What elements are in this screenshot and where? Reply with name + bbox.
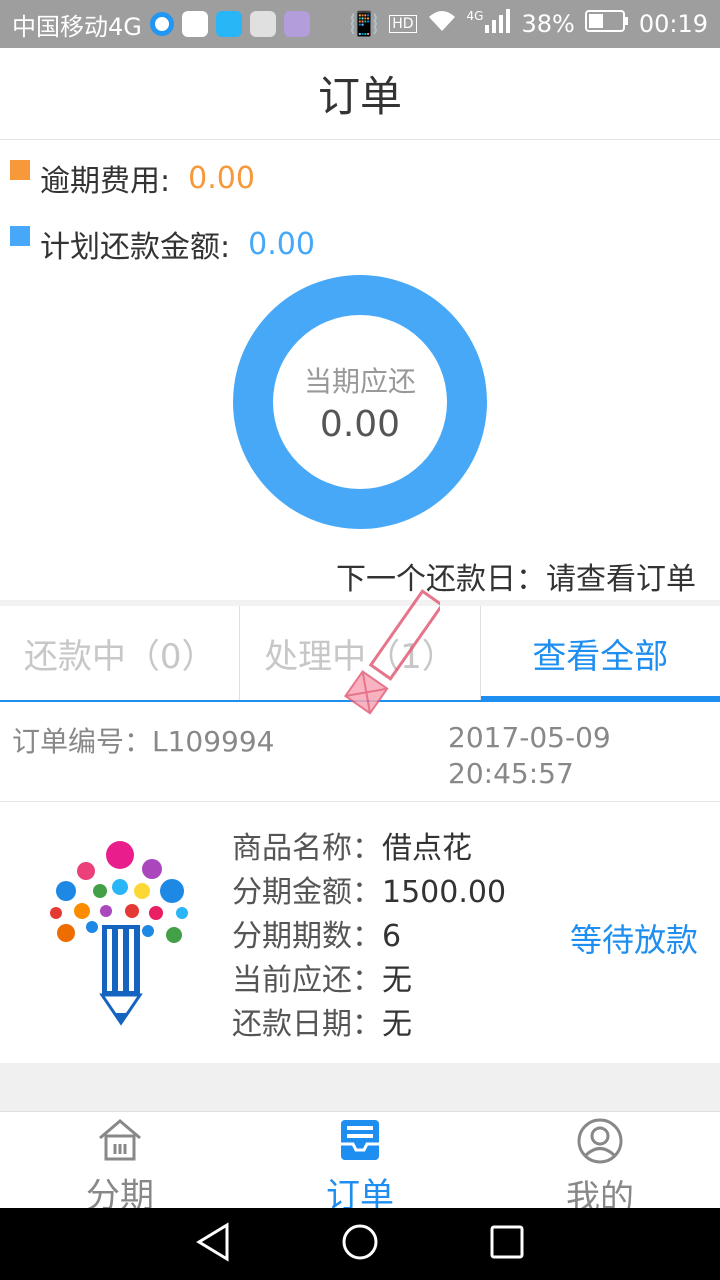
nav-orders[interactable]: 订单 [240,1112,480,1216]
detail-value: 无 [382,963,412,998]
back-icon[interactable] [195,1222,231,1266]
detail-row-due-date: 还款日期：无 [232,1003,506,1047]
app-notification-icon [149,12,174,36]
nav-profile[interactable]: 我的 [480,1112,720,1218]
tab-label: 查看全部 [532,636,669,677]
overdue-value: 0.00 [188,160,255,196]
detail-label: 分期期数： [232,919,382,954]
tab-label: 处理中（1） [264,636,456,677]
planned-color-swatch [10,226,30,246]
signal-icon [485,9,511,39]
page-title: 订单 [317,72,402,121]
detail-row-product: 商品名称： 借点花 [232,827,506,871]
order-status-badge: 等待放款 [569,921,698,959]
overdue-label: 逾期费用: [40,164,171,199]
product-logo-icon [48,841,193,1026]
title-bar: 订单 [0,48,720,140]
clock-text: 00:19 [638,10,708,38]
system-nav-bar [0,1208,720,1280]
detail-value: 1500.00 [382,875,507,910]
order-datetime: 2017-05-09 20:45:57 [448,720,668,792]
order-number: 订单编号：L109994 [12,725,275,758]
tab-label: 还款中（0） [23,636,216,677]
gallery-icon [249,11,276,37]
inbox-icon [337,1118,383,1166]
wifi-icon [427,9,457,39]
recents-icon[interactable] [489,1224,525,1264]
order-date: 2017-05-09 [448,721,611,754]
status-bar: 中国移动4G 📳 HD 4G 38% 00:19 [0,0,720,48]
vibrate-icon: 📳 [349,10,380,38]
battery-text: 38% [521,10,575,38]
fuli-app-icon [215,11,242,37]
tab-processing[interactable]: 处理中（1） [239,606,479,700]
battery-icon [584,10,629,38]
overdue-color-swatch [10,160,30,180]
order-tabs: 还款中（0） 处理中（1） 查看全部 [0,606,720,702]
carrier-text: 中国移动4G [12,12,142,41]
detail-label: 当前应还： [232,963,382,998]
detail-value: 借点花 [382,831,472,866]
network-badge: 4G [466,9,484,23]
donut-amount: 0.00 [319,403,401,445]
detail-label: 还款日期： [232,1007,382,1042]
tab-repaying[interactable]: 还款中（0） [0,606,239,700]
home-icon [97,1118,143,1166]
planned-value: 0.00 [248,226,315,262]
order-header[interactable]: 订单编号：L109994 2017-05-09 20:45:57 [0,704,720,802]
next-payment-text: 下一个还款日：请查看订单 [336,562,696,597]
donut-label: 当期应还 [303,364,416,398]
order-time: 20:45:57 [448,757,574,790]
order-card[interactable]: 商品名称： 借点花 分期金额： 1500.00 分期期数： 6 当前应还：无 还款日期… [0,803,720,1063]
repayment-donut-chart: 当期应还 0.00 [233,275,487,529]
content-bottom-spacer [0,1063,720,1111]
nav-installment[interactable]: 分期 [0,1112,240,1216]
message-icon [283,11,310,37]
home-circle-icon[interactable] [340,1222,380,1266]
tab-view-all[interactable]: 查看全部 [479,606,720,702]
detail-row-periods: 分期期数： 6 [232,915,506,959]
order-details: 商品名称： 借点花 分期金额： 1500.00 分期期数： 6 当前应还：无 还款日期… [232,827,506,1047]
detail-label: 商品名称： [232,831,382,866]
detail-row-current-due: 当前应还：无 [232,959,506,1003]
detail-row-amount: 分期金额： 1500.00 [232,871,506,915]
legend-overdue: 逾期费用: 0.00 [10,156,255,200]
detail-label: 分期金额： [232,875,382,910]
detail-value: 无 [382,1007,412,1042]
baidu-icon [181,11,208,37]
bottom-navigation: 分期 订单 我的 [0,1111,720,1218]
detail-value: 6 [382,919,402,954]
hd-badge: HD [389,15,417,33]
user-icon [577,1118,623,1168]
planned-label: 计划还款金额: [40,230,231,265]
donut-center: 当期应还 0.00 [273,315,447,489]
legend-planned: 计划还款金额: 0.00 [10,222,315,266]
